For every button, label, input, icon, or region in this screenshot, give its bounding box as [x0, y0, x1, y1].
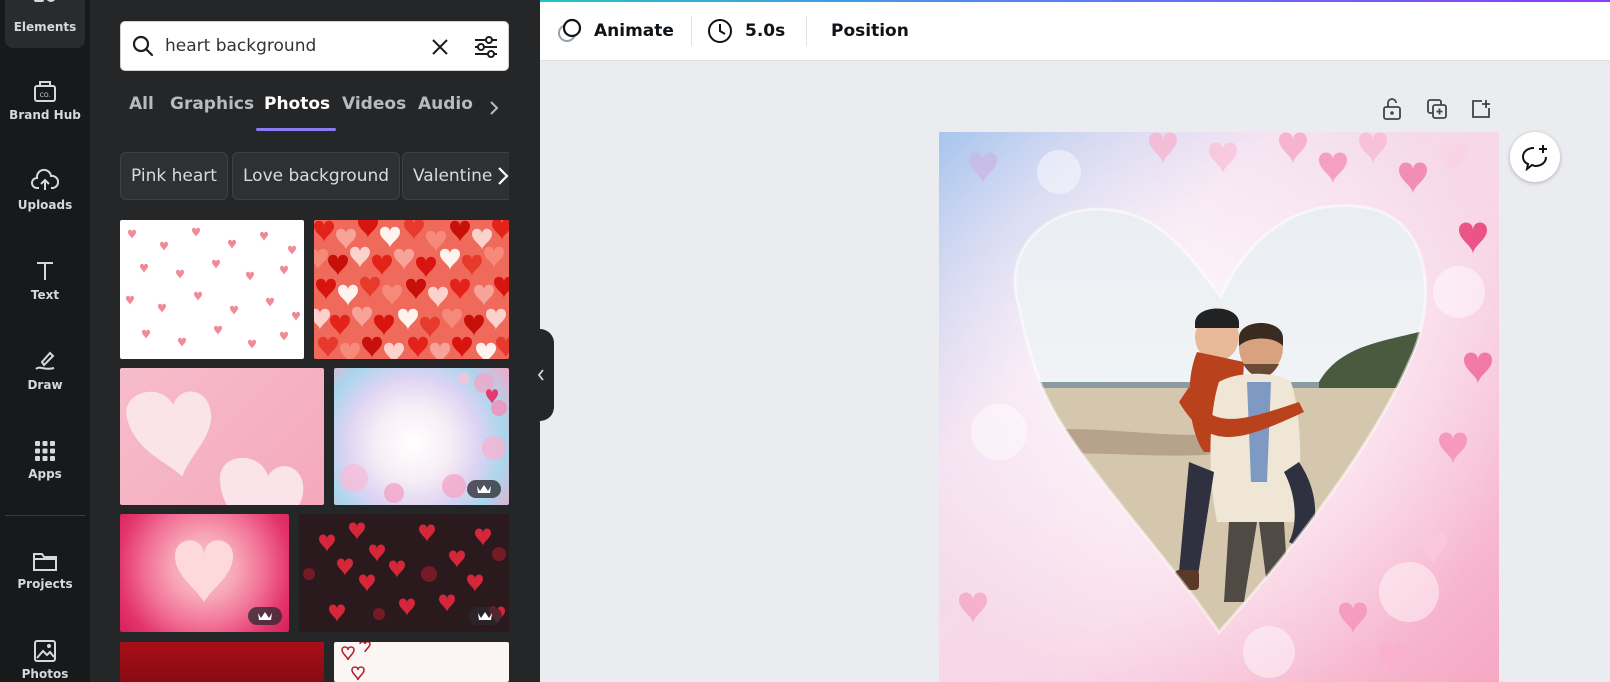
- result-thumb[interactable]: [120, 642, 324, 682]
- design-canvas[interactable]: [939, 132, 1499, 682]
- active-tab-indicator: [256, 128, 336, 131]
- animate-icon: [558, 18, 582, 42]
- editor-toolbar: Animate 5.0s Position: [540, 0, 1610, 61]
- premium-crown-icon: [248, 607, 282, 625]
- tab-photos[interactable]: Photos: [264, 94, 330, 114]
- rail-item-label: Text: [30, 288, 60, 302]
- chevron-left-icon: [537, 369, 544, 381]
- rail-item-draw[interactable]: Draw: [5, 334, 85, 406]
- rail-item-label: Projects: [17, 577, 73, 591]
- rail-item-photos[interactable]: Photos: [5, 624, 85, 682]
- tab-videos[interactable]: Videos: [342, 94, 406, 114]
- side-panel: All Graphics Photos Videos Audio Pink he…: [90, 0, 540, 682]
- search-box: [120, 21, 509, 71]
- result-thumb[interactable]: [299, 514, 509, 632]
- premium-crown-icon: [468, 607, 502, 625]
- chip-love-background[interactable]: Love background: [232, 152, 401, 200]
- tab-audio[interactable]: Audio: [418, 94, 473, 114]
- photo-icon: [34, 640, 56, 662]
- filter-icon[interactable]: [471, 32, 501, 62]
- rail-item-apps[interactable]: Apps: [5, 424, 85, 496]
- result-thumb[interactable]: [334, 642, 509, 682]
- add-page-icon[interactable]: [1467, 95, 1495, 123]
- toolbar-divider: [691, 16, 692, 46]
- tab-graphics[interactable]: Graphics: [170, 94, 254, 114]
- suggestion-chips: Pink heart Love background Valentine: [120, 152, 509, 200]
- apps-grid-icon: [35, 441, 55, 461]
- rail-item-projects[interactable]: Projects: [5, 534, 85, 606]
- clear-search-icon[interactable]: [427, 34, 453, 60]
- elements-icon: [34, 0, 55, 2]
- rail-item-label: Brand Hub: [9, 108, 81, 122]
- duplicate-page-icon[interactable]: [1423, 95, 1451, 123]
- position-button[interactable]: Position: [831, 14, 909, 48]
- rail-divider: [5, 515, 85, 516]
- draw-icon: [35, 351, 55, 370]
- upload-cloud-icon: [31, 168, 59, 190]
- lock-icon[interactable]: [1378, 95, 1406, 123]
- toolbar-accent-line: [540, 0, 1610, 2]
- tabs-scroll-right-icon[interactable]: [484, 96, 504, 120]
- comment-plus-icon: [1521, 145, 1547, 171]
- premium-crown-icon: [467, 480, 501, 498]
- rail-item-elements[interactable]: Elements: [5, 0, 85, 48]
- tab-all[interactable]: All: [129, 94, 154, 114]
- left-rail: Elements CO. Brand Hub Uploads Text Draw…: [0, 0, 90, 682]
- collapse-panel-button[interactable]: [527, 329, 554, 421]
- result-thumb[interactable]: [120, 514, 289, 632]
- rail-item-uploads[interactable]: Uploads: [5, 154, 85, 226]
- rail-item-brand-hub[interactable]: CO. Brand Hub: [5, 64, 85, 136]
- search-input[interactable]: [165, 36, 425, 56]
- app-root: Elements CO. Brand Hub Uploads Text Draw…: [0, 0, 1610, 682]
- add-comment-button[interactable]: [1510, 132, 1560, 182]
- clock-icon: [708, 19, 732, 43]
- chips-scroll-right-icon[interactable]: [492, 164, 514, 188]
- rail-item-label: Uploads: [17, 198, 73, 212]
- rail-item-text[interactable]: Text: [5, 244, 85, 316]
- animate-label: Animate: [594, 21, 674, 41]
- svg-text:CO.: CO.: [40, 92, 51, 99]
- animate-button[interactable]: Animate: [556, 14, 674, 48]
- rail-item-label: Draw: [27, 378, 63, 392]
- rail-item-label: Apps: [28, 467, 62, 481]
- duration-button[interactable]: 5.0s: [707, 14, 785, 48]
- chip-pink-heart[interactable]: Pink heart: [120, 152, 228, 200]
- search-icon: [121, 21, 165, 71]
- rail-item-label: Elements: [13, 20, 77, 34]
- toolbar-divider: [806, 16, 807, 46]
- brand-hub-icon: CO.: [34, 81, 56, 102]
- folder-icon: [33, 553, 57, 571]
- result-thumb[interactable]: [314, 220, 509, 359]
- text-icon: [37, 262, 53, 280]
- result-thumb[interactable]: [120, 220, 304, 359]
- rail-item-label: Photos: [21, 667, 69, 681]
- result-thumb[interactable]: [334, 368, 509, 505]
- category-tabs: All Graphics Photos Videos Audio: [120, 92, 509, 132]
- duration-label: 5.0s: [745, 21, 786, 41]
- result-thumb[interactable]: [120, 368, 324, 505]
